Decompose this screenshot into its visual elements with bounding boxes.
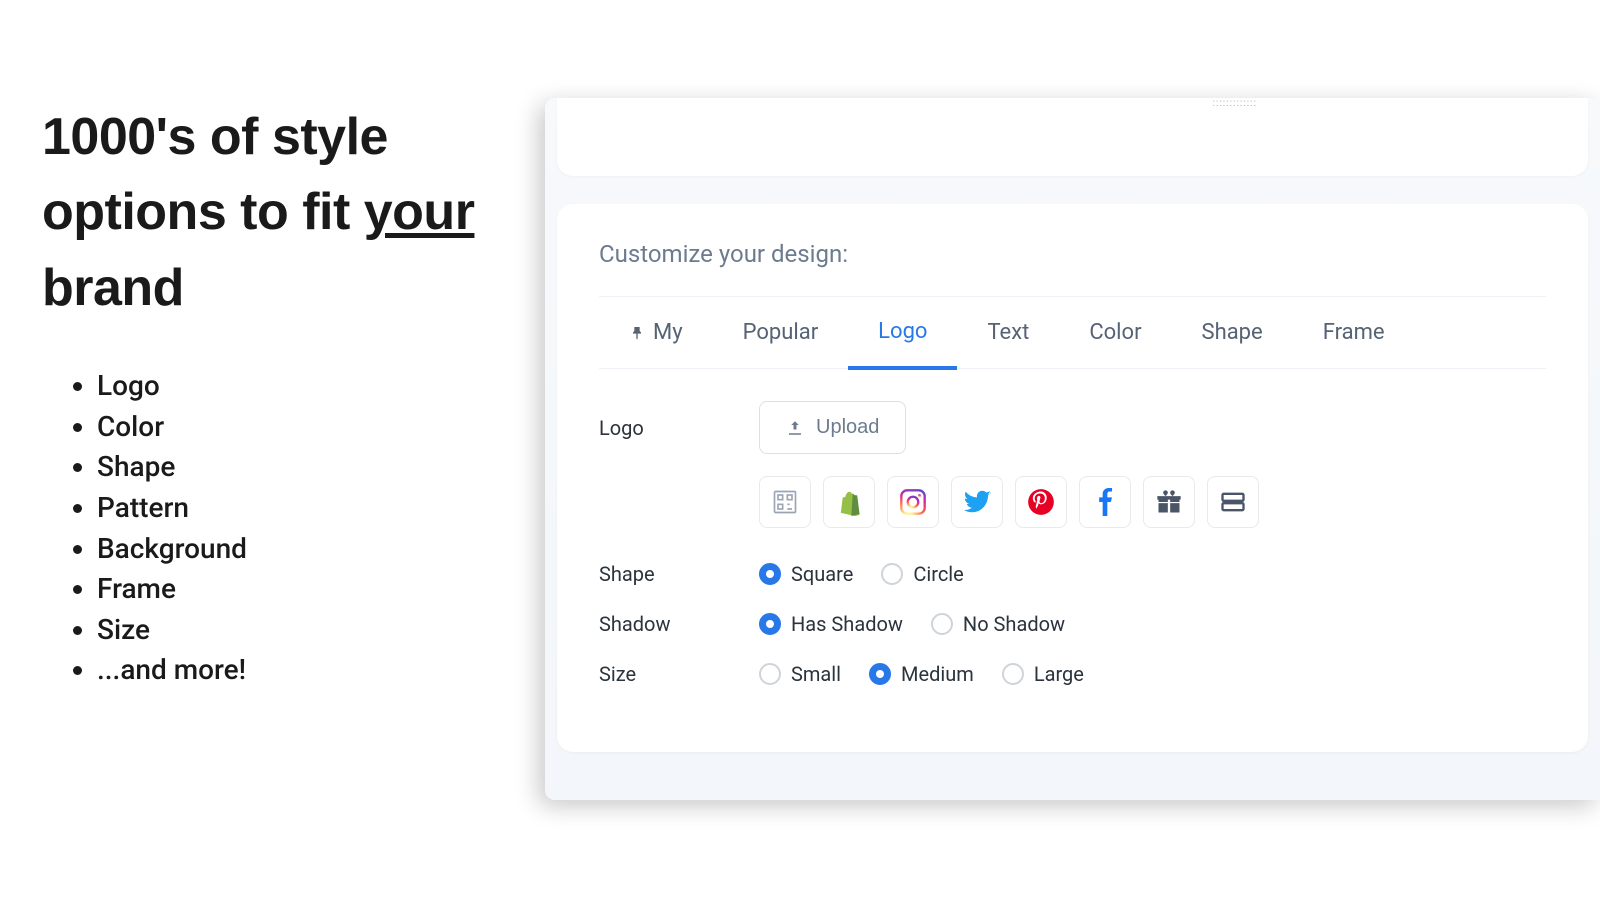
twitter-icon	[962, 487, 992, 517]
tab-shape[interactable]: Shape	[1172, 297, 1293, 368]
radio-icon	[931, 613, 953, 635]
pin-icon	[629, 325, 645, 341]
radio-size-medium[interactable]: Medium	[869, 662, 974, 686]
headline-part2: brand	[42, 259, 184, 317]
feature-item: Pattern	[97, 488, 482, 529]
tab-logo[interactable]: Logo	[848, 297, 957, 370]
tab-frame[interactable]: Frame	[1293, 297, 1415, 368]
preset-pinterest[interactable]	[1015, 476, 1067, 528]
radio-shadow-none[interactable]: No Shadow	[931, 612, 1065, 636]
preset-twitter[interactable]	[951, 476, 1003, 528]
radio-shadow-has[interactable]: Has Shadow	[759, 612, 903, 636]
design-tabs: My Popular Logo Text Color Shape Frame	[599, 296, 1546, 369]
customize-panel: ::::::::::::: Customize your design: My …	[545, 98, 1600, 800]
preset-shopify[interactable]	[823, 476, 875, 528]
radio-label: Small	[791, 662, 841, 686]
instagram-icon	[899, 488, 927, 516]
gift-icon	[1155, 488, 1183, 516]
shadow-row: Shadow Has Shadow No Shadow	[599, 612, 1546, 636]
radio-label: Circle	[913, 562, 963, 586]
logo-settings: Logo Upload	[557, 369, 1588, 686]
upload-button[interactable]: Upload	[759, 401, 906, 454]
preview-card: :::::::::::::	[557, 98, 1588, 176]
headline-underlined: your	[364, 183, 475, 241]
logo-presets	[759, 476, 1546, 528]
radio-icon	[759, 613, 781, 635]
shopify-icon	[835, 488, 863, 516]
marketing-copy: 1000's of style options to fit your bran…	[42, 100, 482, 691]
radio-icon	[869, 663, 891, 685]
feature-item: ...and more!	[97, 650, 482, 691]
logo-label: Logo	[599, 416, 759, 440]
logo-row: Logo Upload	[599, 401, 1546, 454]
feature-item: Shape	[97, 447, 482, 488]
tab-label: Shape	[1202, 320, 1263, 345]
tab-label: My	[653, 320, 683, 345]
feature-item: Background	[97, 529, 482, 570]
shadow-radio-group: Has Shadow No Shadow	[759, 612, 1065, 636]
radio-icon	[1002, 663, 1024, 685]
tab-label: Frame	[1323, 320, 1385, 345]
headline: 1000's of style options to fit your bran…	[42, 100, 482, 326]
tab-color[interactable]: Color	[1059, 297, 1171, 368]
feature-list: Logo Color Shape Pattern Background Fram…	[42, 366, 482, 691]
radio-label: Square	[791, 562, 853, 586]
radio-label: Has Shadow	[791, 612, 903, 636]
customize-title: Customize your design:	[557, 204, 1588, 296]
tab-popular[interactable]: Popular	[713, 297, 849, 368]
radio-icon	[759, 563, 781, 585]
radio-label: Large	[1034, 662, 1084, 686]
radio-size-large[interactable]: Large	[1002, 662, 1084, 686]
drag-handle-icon[interactable]: :::::::::::::	[1213, 98, 1257, 109]
size-label: Size	[599, 662, 759, 686]
shape-radio-group: Square Circle	[759, 562, 964, 586]
layout-icon	[1219, 488, 1247, 516]
preset-gift[interactable]	[1143, 476, 1195, 528]
preset-layout[interactable]	[1207, 476, 1259, 528]
tab-label: Text	[987, 320, 1029, 345]
tab-my[interactable]: My	[599, 297, 713, 368]
size-radio-group: Small Medium Large	[759, 662, 1084, 686]
upload-icon	[786, 419, 804, 437]
feature-item: Frame	[97, 569, 482, 610]
radio-label: Medium	[901, 662, 974, 686]
headline-part1: 1000's of style options to fit	[42, 108, 388, 241]
tab-text[interactable]: Text	[957, 297, 1059, 368]
radio-shape-circle[interactable]: Circle	[881, 562, 963, 586]
tab-label: Popular	[743, 320, 819, 345]
feature-item: Logo	[97, 366, 482, 407]
shape-label: Shape	[599, 562, 759, 586]
radio-shape-square[interactable]: Square	[759, 562, 853, 586]
preset-facebook[interactable]	[1079, 476, 1131, 528]
size-row: Size Small Medium Large	[599, 662, 1546, 686]
radio-label: No Shadow	[963, 612, 1065, 636]
facebook-icon	[1091, 488, 1119, 516]
tab-label: Color	[1089, 320, 1141, 345]
radio-icon	[881, 563, 903, 585]
preset-qr[interactable]	[759, 476, 811, 528]
shadow-label: Shadow	[599, 612, 759, 636]
shape-row: Shape Square Circle	[599, 562, 1546, 586]
qr-icon	[771, 488, 799, 516]
preset-instagram[interactable]	[887, 476, 939, 528]
upload-label: Upload	[816, 416, 879, 439]
tab-label: Logo	[878, 319, 927, 344]
feature-item: Color	[97, 407, 482, 448]
pinterest-icon	[1027, 488, 1055, 516]
customize-card: Customize your design: My Popular Logo T…	[557, 204, 1588, 752]
radio-size-small[interactable]: Small	[759, 662, 841, 686]
feature-item: Size	[97, 610, 482, 651]
radio-icon	[759, 663, 781, 685]
